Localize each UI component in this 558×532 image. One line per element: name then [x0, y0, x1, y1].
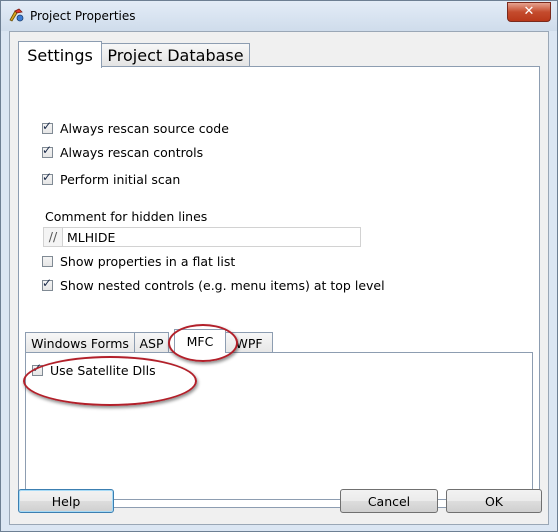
help-button[interactable]: Help — [18, 489, 114, 513]
close-button[interactable]: ✕ — [507, 2, 551, 22]
always-rescan-source-option[interactable]: ✓ Always rescan source code — [42, 119, 229, 136]
always-rescan-source-label: Always rescan source code — [60, 121, 229, 136]
cancel-button-label: Cancel — [367, 493, 411, 509]
subtab-windows-forms[interactable]: Windows Forms — [25, 332, 135, 353]
check-icon: ✓ — [42, 143, 53, 157]
tab-settings[interactable]: Settings — [18, 41, 102, 68]
nested-controls-option[interactable]: ✓ Show nested controls (e.g. menu items)… — [42, 276, 385, 293]
comment-hidden-lines-input[interactable] — [63, 227, 361, 247]
title-bar[interactable]: Project Properties ✕ — [1, 1, 557, 31]
always-rescan-controls-label: Always rescan controls — [60, 145, 204, 160]
perform-initial-scan-option[interactable]: ✓ Perform initial scan — [42, 170, 181, 187]
subtab-mfc-label: MFC — [186, 334, 214, 349]
check-icon: ✓ — [42, 119, 53, 133]
tab-project-database-label: Project Database — [107, 46, 244, 65]
ok-button-label: OK — [484, 493, 504, 509]
window-title: Project Properties — [30, 9, 136, 23]
perform-initial-scan-checkbox[interactable]: ✓ — [42, 170, 53, 185]
cancel-button[interactable]: Cancel — [340, 489, 438, 513]
check-icon: ✓ — [32, 361, 43, 375]
use-satellite-dlls-label: Use Satellite Dlls — [50, 363, 156, 378]
mfc-panel: ✓ Use Satellite Dlls — [25, 352, 533, 500]
settings-panel: ✓ Always rescan source code ✓ Always res… — [18, 66, 540, 508]
use-satellite-dlls-option[interactable]: ✓ Use Satellite Dlls — [32, 361, 156, 378]
project-properties-window: Project Properties ✕ Settings Project Da… — [0, 0, 558, 532]
subtab-windows-forms-label: Windows Forms — [31, 335, 129, 351]
use-satellite-dlls-checkbox[interactable]: ✓ — [32, 361, 43, 376]
project-properties-icon — [9, 8, 24, 22]
tab-settings-label: Settings — [27, 45, 93, 65]
nested-controls-checkbox[interactable]: ✓ — [42, 276, 53, 291]
always-rescan-source-checkbox[interactable]: ✓ — [42, 119, 53, 134]
ok-button[interactable]: OK — [446, 489, 542, 513]
subtab-asp[interactable]: ASP — [134, 332, 169, 353]
always-rescan-controls-checkbox[interactable]: ✓ — [42, 143, 53, 158]
subtab-wpf-label: WPF — [235, 335, 263, 351]
dialog-client-area: Settings Project Database ✓ Always resca… — [9, 31, 549, 525]
always-rescan-controls-option[interactable]: ✓ Always rescan controls — [42, 143, 204, 160]
check-icon: ✓ — [42, 276, 53, 290]
help-button-label: Help — [51, 493, 81, 509]
comment-hidden-lines-label: Comment for hidden lines — [45, 209, 208, 224]
subtab-wpf[interactable]: WPF — [225, 332, 273, 353]
nested-controls-label: Show nested controls (e.g. menu items) a… — [60, 278, 385, 293]
tab-project-database[interactable]: Project Database — [101, 43, 250, 67]
subtab-asp-label: ASP — [139, 335, 164, 351]
subtab-mfc[interactable]: MFC — [174, 329, 226, 353]
close-icon: ✕ — [523, 4, 535, 19]
flat-list-label: Show properties in a flat list — [60, 254, 236, 269]
flat-list-checkbox[interactable] — [42, 256, 53, 267]
comment-prefix: // — [43, 227, 63, 247]
check-icon: ✓ — [42, 170, 53, 184]
perform-initial-scan-label: Perform initial scan — [60, 172, 181, 187]
flat-list-option[interactable]: Show properties in a flat list — [42, 254, 235, 269]
